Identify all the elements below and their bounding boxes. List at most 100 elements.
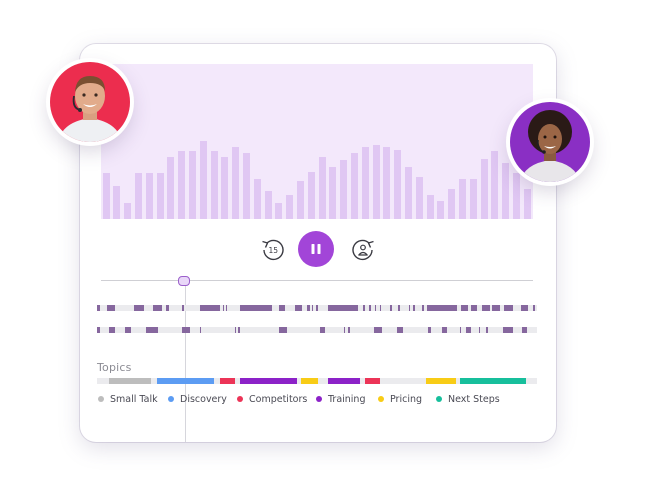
waveform-bar bbox=[264, 191, 272, 219]
topics-timeline[interactable] bbox=[97, 378, 537, 384]
speaker-segment[interactable] bbox=[522, 327, 527, 333]
speaker-segment[interactable] bbox=[409, 305, 410, 311]
speaker-segment[interactable] bbox=[466, 327, 471, 333]
speaker-segment[interactable] bbox=[482, 305, 490, 311]
waveform-bar bbox=[253, 179, 261, 219]
speaker-segment[interactable] bbox=[279, 305, 285, 311]
waveform-bar bbox=[296, 181, 304, 219]
speaker-segment[interactable] bbox=[226, 305, 227, 311]
speaker-segment[interactable] bbox=[374, 327, 382, 333]
speaker-segment[interactable] bbox=[504, 305, 513, 311]
legend-item-small-talk: Small Talk bbox=[98, 392, 158, 406]
waveform-bar bbox=[145, 173, 153, 219]
speaker-segment[interactable] bbox=[380, 305, 381, 311]
legend-dot-pricing bbox=[378, 396, 384, 402]
speaker-segment[interactable] bbox=[471, 305, 477, 311]
speaker-segment[interactable] bbox=[97, 305, 100, 311]
topic-segment[interactable] bbox=[157, 378, 214, 384]
speaker-segment[interactable] bbox=[427, 305, 457, 311]
skip-to-speaker-button[interactable] bbox=[349, 236, 377, 264]
legend-item-next-steps: Next Steps bbox=[436, 392, 500, 406]
speaker-segment[interactable] bbox=[442, 327, 447, 333]
legend-dot-competitors bbox=[237, 396, 243, 402]
waveform-bar bbox=[361, 147, 369, 219]
speaker-segment[interactable] bbox=[521, 305, 528, 311]
speaker-segment[interactable] bbox=[428, 327, 431, 333]
topic-segment[interactable] bbox=[365, 378, 380, 384]
speaker-segment[interactable] bbox=[134, 305, 144, 311]
topic-segment[interactable] bbox=[220, 378, 235, 384]
progress-handle[interactable] bbox=[178, 276, 191, 286]
speaker-segment[interactable] bbox=[479, 327, 480, 333]
speaker-segment[interactable] bbox=[344, 327, 345, 333]
speaker-timeline-right[interactable] bbox=[97, 327, 537, 333]
speaker-segment[interactable] bbox=[153, 305, 162, 311]
speaker-segment[interactable] bbox=[348, 327, 350, 333]
topic-segment[interactable] bbox=[328, 378, 360, 384]
speaker-segment[interactable] bbox=[279, 327, 287, 333]
waveform-bar bbox=[113, 186, 121, 219]
speaker-segment[interactable] bbox=[295, 305, 302, 311]
speaker-segment[interactable] bbox=[390, 305, 392, 311]
legend-dot-small-talk bbox=[98, 396, 104, 402]
progress-track[interactable] bbox=[101, 280, 533, 281]
topics-heading: Topics bbox=[97, 361, 132, 374]
waveform-bar bbox=[329, 167, 337, 219]
speaker-segment[interactable] bbox=[363, 305, 365, 311]
speaker-segment[interactable] bbox=[125, 327, 131, 333]
speaker-segment[interactable] bbox=[97, 327, 100, 333]
speaker-segment[interactable] bbox=[533, 305, 535, 311]
waveform-bar bbox=[210, 151, 218, 219]
speaker-segment[interactable] bbox=[320, 327, 325, 333]
speaker-segment[interactable] bbox=[200, 327, 201, 333]
speaker-segment[interactable] bbox=[200, 305, 220, 311]
speaker-segment[interactable] bbox=[109, 327, 115, 333]
speaker-segment[interactable] bbox=[422, 305, 424, 311]
topic-segment[interactable] bbox=[301, 378, 318, 384]
speaker-segment[interactable] bbox=[460, 327, 461, 333]
speaker-segment[interactable] bbox=[413, 305, 415, 311]
waveform-bar bbox=[458, 179, 466, 219]
speaker-segment[interactable] bbox=[486, 327, 488, 333]
topic-segment[interactable] bbox=[426, 378, 456, 384]
legend-item-competitors: Competitors bbox=[237, 392, 307, 406]
waveform-bar bbox=[286, 195, 294, 219]
speaker-segment[interactable] bbox=[235, 327, 236, 333]
speaker-segment[interactable] bbox=[146, 327, 158, 333]
speaker-segment[interactable] bbox=[238, 327, 240, 333]
audio-waveform[interactable] bbox=[101, 64, 533, 219]
waveform-bar bbox=[242, 153, 250, 219]
speaker-segment[interactable] bbox=[397, 327, 403, 333]
speaker-segment[interactable] bbox=[316, 305, 318, 311]
legend-item-discovery: Discovery bbox=[168, 392, 227, 406]
speaker-segment[interactable] bbox=[461, 305, 468, 311]
speaker-segment[interactable] bbox=[307, 305, 310, 311]
waveform-bar bbox=[134, 173, 142, 219]
speaker-segment[interactable] bbox=[503, 327, 513, 333]
topic-segment[interactable] bbox=[109, 378, 151, 384]
speaker-segment[interactable] bbox=[492, 305, 500, 311]
waveform-bar bbox=[523, 189, 531, 219]
speaker-segment[interactable] bbox=[312, 305, 313, 311]
topic-segment[interactable] bbox=[460, 378, 526, 384]
speaker-timeline-left[interactable] bbox=[97, 305, 537, 311]
speaker-segment[interactable] bbox=[182, 327, 190, 333]
waveform-bar bbox=[469, 179, 477, 219]
avatar-right-image bbox=[510, 102, 590, 182]
rewind-15-button[interactable]: 15 bbox=[259, 236, 287, 264]
speaker-segment[interactable] bbox=[398, 305, 400, 311]
waveform-bar bbox=[188, 151, 196, 219]
speaker-segment[interactable] bbox=[369, 305, 371, 311]
waveform-bar bbox=[394, 150, 402, 219]
speaker-segment[interactable] bbox=[182, 305, 184, 311]
topic-segment[interactable] bbox=[240, 378, 297, 384]
pause-button[interactable] bbox=[298, 231, 334, 267]
speaker-segment[interactable] bbox=[375, 305, 376, 311]
skip-speaker-icon bbox=[352, 239, 374, 261]
speaker-segment[interactable] bbox=[328, 305, 358, 311]
speaker-segment[interactable] bbox=[107, 305, 115, 311]
speaker-segment[interactable] bbox=[223, 305, 224, 311]
speaker-segment[interactable] bbox=[240, 305, 272, 311]
legend-label-training: Training bbox=[328, 393, 366, 405]
speaker-segment[interactable] bbox=[166, 305, 169, 311]
